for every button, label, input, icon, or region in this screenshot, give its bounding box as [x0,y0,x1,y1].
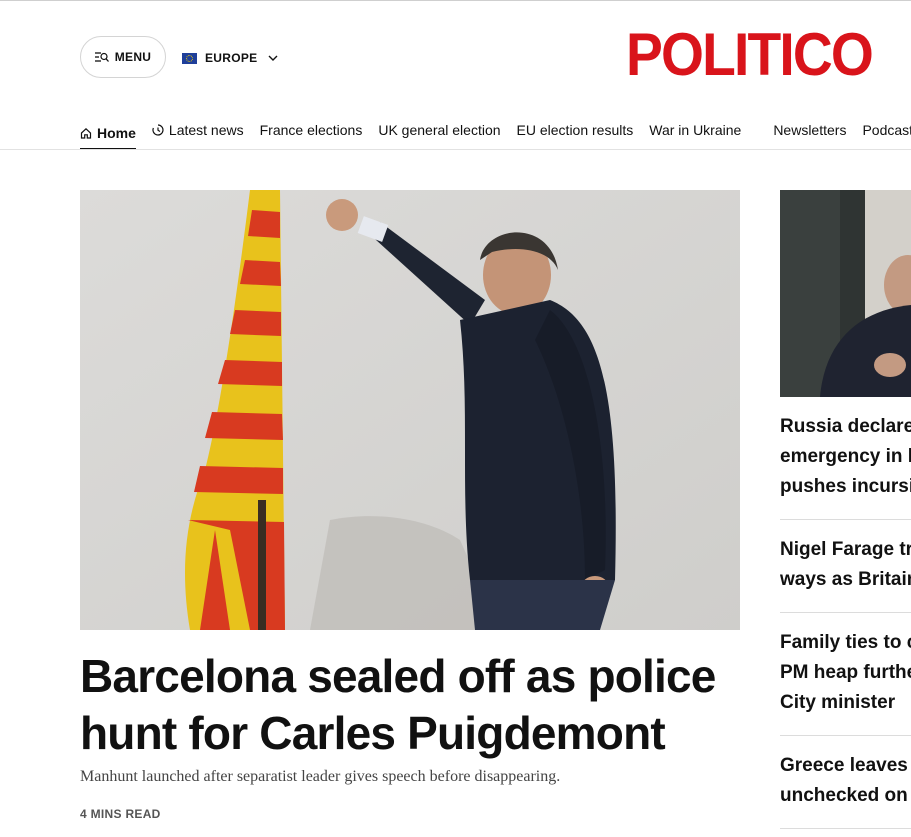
sidebar-story-3-line-3: City minister [780,692,896,713]
nav-item-latest-news[interactable]: Latest news [152,110,244,142]
home-icon [80,127,92,139]
nav-label-newsletters: Newsletters [773,122,847,138]
sidebar-divider [780,612,911,613]
nav-label-home: Home [97,125,136,141]
sidebar-story-2-line-1: Nigel Farage tr [780,539,911,560]
nav-label-war-in-ukraine: War in Ukraine [649,122,742,138]
menu-label: MENU [114,50,152,64]
sidebar-story-image[interactable] [780,190,911,397]
sidebar-story-4-line-2: unchecked on [780,785,908,806]
sidebar-story-3-line-1: Family ties to c [780,632,911,653]
site-logo[interactable]: POLITICO [626,20,874,90]
sidebar-story-1-line-2: emergency in k [780,446,911,467]
nav-item-newsletters[interactable]: Newsletters [773,110,846,142]
sidebar-story-4-line-1: Greece leaves [780,755,908,776]
sidebar-photo-illustration [780,190,911,397]
lead-story-headline[interactable]: Barcelona sealed off as police hunt for … [80,648,750,762]
nav-item-france-elections[interactable]: France elections [260,110,363,142]
nav-label-podcasts: Podcasts [862,122,911,138]
sidebar-story-1-line-3: pushes incursi [780,476,911,497]
edition-selector[interactable]: EUROPE [182,49,278,67]
read-time: 4 MINS READ [80,807,161,821]
sidebar-story-2[interactable]: Nigel Farage tr ways as Britain [780,535,911,595]
lead-photo-illustration [80,190,740,630]
lead-story-dek: Manhunt launched after separatist leader… [80,768,561,785]
chevron-down-icon [268,55,278,61]
sidebar-story-1[interactable]: Russia declare emergency in k pushes inc… [780,412,911,502]
nav-item-home[interactable]: Home [80,110,136,150]
nav-item-war-in-ukraine[interactable]: War in Ukraine [649,110,741,142]
edition-label: EUROPE [205,51,258,65]
clock-icon [152,124,164,136]
sidebar-story-3[interactable]: Family ties to c PM heap furthe City min… [780,628,911,718]
sidebar-divider [780,519,911,520]
sidebar-divider [780,735,911,736]
menu-button[interactable]: MENU [80,36,166,78]
nav-item-uk-general-election[interactable]: UK general election [378,110,500,142]
nav-label-latest-news: Latest news [168,122,244,138]
nav-label-france-elections: France elections [259,122,363,138]
nav-item-podcasts[interactable]: Podcasts [862,110,911,142]
sidebar-story-2-line-2: ways as Britain [780,569,911,590]
sidebar-story-4[interactable]: Greece leaves unchecked on [780,751,911,811]
main-nav: Home Latest news France elections UK gen… [80,110,911,150]
nav-label-eu-election-results: EU election results [516,122,634,138]
nav-item-eu-election-results[interactable]: EU election results [517,110,634,142]
sidebar-divider [780,828,911,829]
eu-flag-icon [182,52,197,64]
nav-label-uk-general-election: UK general election [378,122,501,138]
top-border [0,0,911,1]
sidebar-story-3-line-2: PM heap furthe [780,662,911,683]
lead-story-image[interactable] [80,190,740,630]
nav-bottom-rule [0,149,911,150]
sidebar-story-1-line-1: Russia declare [780,416,911,437]
menu-search-icon [94,52,109,62]
